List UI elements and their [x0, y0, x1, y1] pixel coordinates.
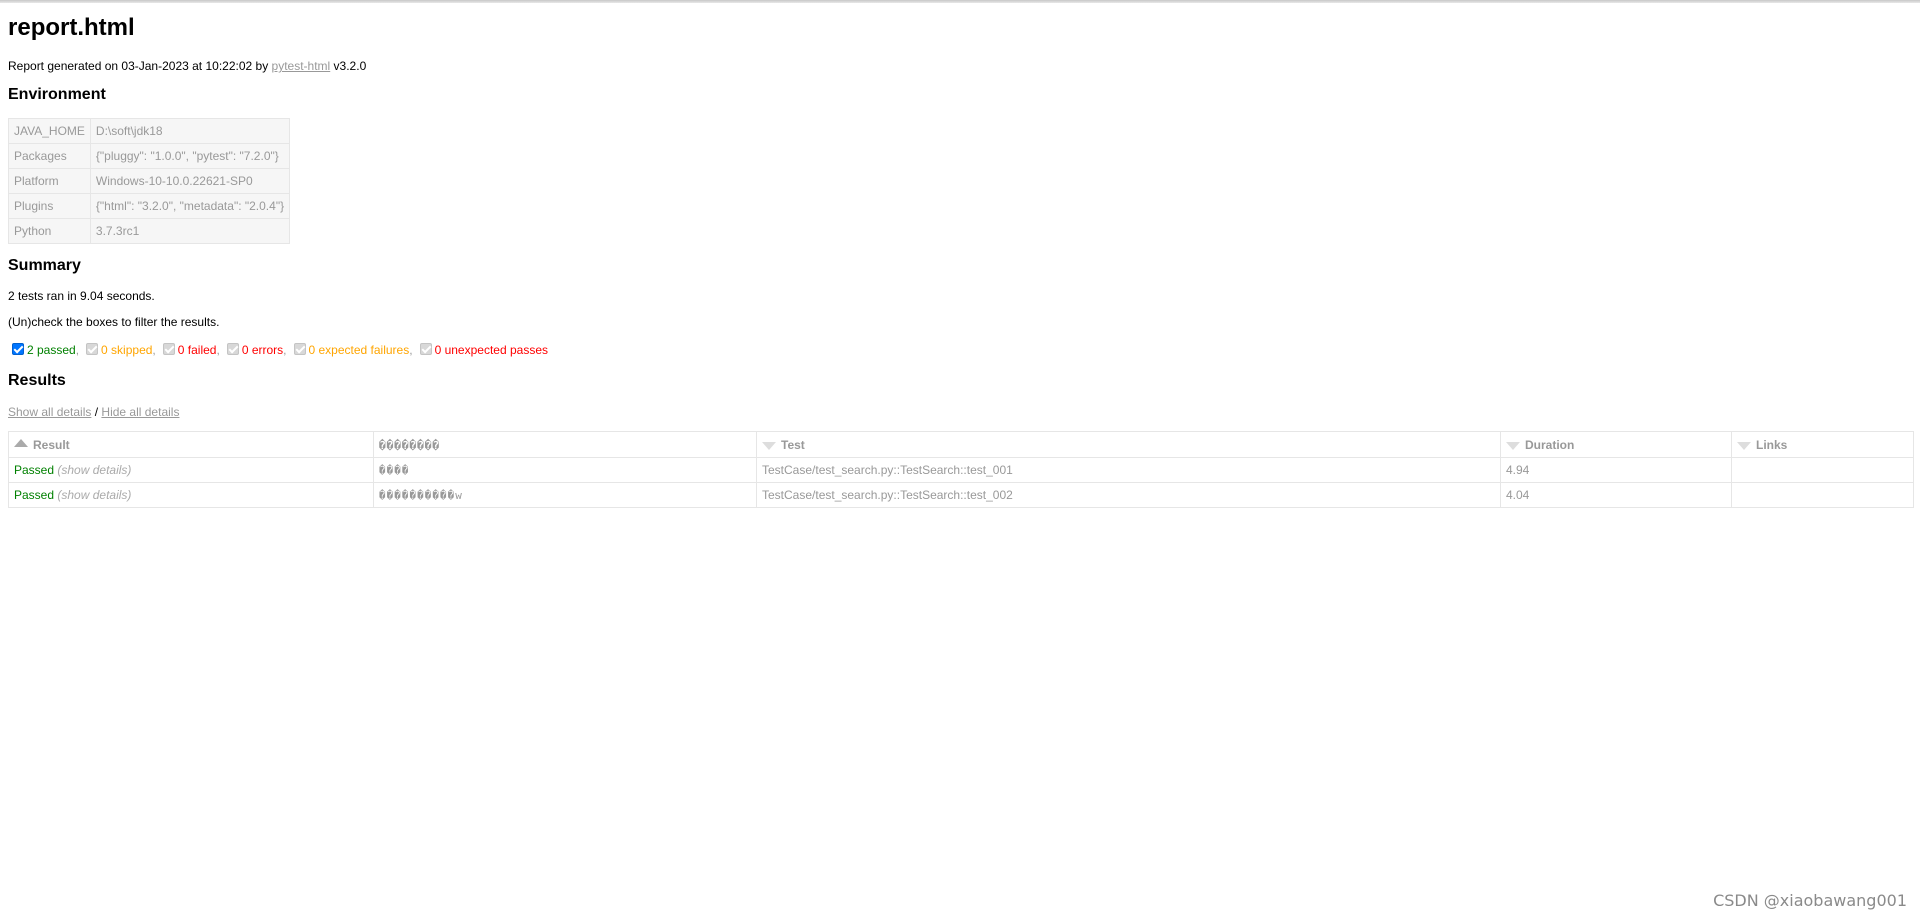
column-header-description-label: �������� — [379, 438, 440, 452]
env-value: {"html": "3.2.0", "metadata": "2.0.4"} — [89, 193, 291, 219]
pytest-html-link[interactable]: pytest-html — [272, 59, 331, 73]
environment-table: JAVA_HOME D:\soft\jdk18 Packages {"plugg… — [8, 118, 291, 244]
column-header-result-label: Result — [33, 437, 70, 452]
result-cell: Passed (show details) — [8, 457, 374, 483]
filter-xpassed-label: 0 unexpected passes — [434, 343, 548, 357]
report-generated-line: Report generated on 03-Jan-2023 at 10:22… — [8, 59, 366, 73]
sort-descending-icon — [762, 442, 776, 451]
test-name-cell: TestCase/test_search.py::TestSearch::tes… — [756, 457, 1501, 483]
description-cell: ���� — [373, 457, 757, 483]
links-cell — [1731, 457, 1914, 483]
env-key: Plugins — [8, 193, 91, 219]
result-filters: 2 passed, 0 skipped, 0 failed, 0 errors,… — [8, 343, 548, 357]
generated-prefix: Report generated on 03-Jan-2023 at 10:22… — [8, 59, 272, 73]
browser-top-edge — [0, 0, 1920, 3]
filter-xpassed-checkbox[interactable] — [419, 343, 432, 355]
show-all-details-link[interactable]: Show all details — [8, 405, 91, 419]
env-value: D:\soft\jdk18 — [89, 118, 291, 144]
filter-errors-label: 0 errors — [241, 343, 284, 357]
filter-passed-label: 2 passed — [27, 343, 76, 357]
env-key: Packages — [8, 143, 91, 169]
env-value: {"pluggy": "1.0.0", "pytest": "7.2.0"} — [89, 143, 291, 169]
env-row: Packages {"pluggy": "1.0.0", "pytest": "… — [8, 143, 291, 169]
filter-passed-checkbox[interactable] — [12, 343, 24, 355]
duration-cell: 4.94 — [1500, 457, 1732, 483]
filter-failed-label: 0 failed — [177, 343, 217, 357]
summary-heading: Summary — [8, 257, 81, 274]
filter-xfailed-checkbox[interactable] — [293, 343, 306, 355]
summary-hint-text: (Un)check the boxes to filter the result… — [8, 315, 220, 329]
env-row: Plugins {"html": "3.2.0", "metadata": "2… — [8, 193, 291, 219]
description-cell: ����������w — [373, 482, 757, 508]
column-header-links-label: Links — [1756, 437, 1788, 452]
result-cell: Passed (show details) — [8, 482, 374, 508]
sort-descending-icon — [1737, 442, 1751, 451]
filter-skipped-checkbox[interactable] — [86, 343, 99, 355]
env-row: JAVA_HOME D:\soft\jdk18 — [8, 118, 291, 144]
results-heading: Results — [8, 372, 66, 389]
result-status: Passed — [14, 488, 55, 502]
environment-heading: Environment — [8, 86, 106, 103]
filter-errors-checkbox[interactable] — [226, 343, 239, 355]
page-title: report.html — [8, 14, 135, 41]
env-value: 3.7.3rc1 — [89, 218, 291, 244]
links-cell — [1731, 482, 1914, 508]
column-header-test-label: Test — [781, 437, 805, 452]
sort-descending-icon — [1506, 442, 1520, 451]
details-toggle-links: Show all details / Hide all details — [8, 405, 179, 419]
column-header-description[interactable]: �������� — [373, 431, 757, 458]
sort-ascending-icon — [14, 439, 28, 448]
show-details-toggle[interactable]: (show details) — [57, 488, 131, 502]
filter-skipped-label: 0 skipped — [101, 343, 153, 357]
table-row[interactable]: Passed (show details) ����������w TestCa… — [8, 482, 1914, 508]
csdn-watermark: CSDN @xiaobawang001 — [1713, 891, 1907, 910]
test-name-cell: TestCase/test_search.py::TestSearch::tes… — [756, 482, 1501, 508]
hide-all-details-link[interactable]: Hide all details — [101, 405, 179, 419]
env-key: Python — [8, 218, 91, 244]
env-row: Platform Windows-10-10.0.22621-SP0 — [8, 168, 291, 194]
env-key: JAVA_HOME — [8, 118, 91, 144]
env-key: Platform — [8, 168, 91, 194]
table-row[interactable]: Passed (show details) ���� TestCase/test… — [8, 457, 1914, 483]
column-header-result[interactable]: Result — [8, 431, 374, 458]
description-text: ���� — [379, 464, 410, 477]
show-details-toggle[interactable]: (show details) — [57, 463, 131, 477]
filter-xfailed-label: 0 expected failures — [308, 343, 410, 357]
generated-suffix: v3.2.0 — [330, 59, 367, 73]
results-header-row: Result �������� Test Duration Links — [8, 431, 1914, 458]
column-header-test[interactable]: Test — [756, 431, 1501, 458]
column-header-duration[interactable]: Duration — [1500, 431, 1732, 458]
env-value: Windows-10-10.0.22621-SP0 — [89, 168, 291, 194]
description-text: ����������w — [379, 489, 463, 502]
summary-ran-text: 2 tests ran in 9.04 seconds. — [8, 289, 155, 303]
env-row: Python 3.7.3rc1 — [8, 218, 291, 244]
details-separator: / — [91, 405, 102, 419]
result-status: Passed — [14, 463, 55, 477]
duration-cell: 4.04 — [1500, 482, 1732, 508]
results-table: Result �������� Test Duration Links Pass… — [8, 431, 1914, 508]
filter-failed-checkbox[interactable] — [162, 343, 175, 355]
column-header-links[interactable]: Links — [1731, 431, 1914, 458]
column-header-duration-label: Duration — [1525, 437, 1575, 452]
